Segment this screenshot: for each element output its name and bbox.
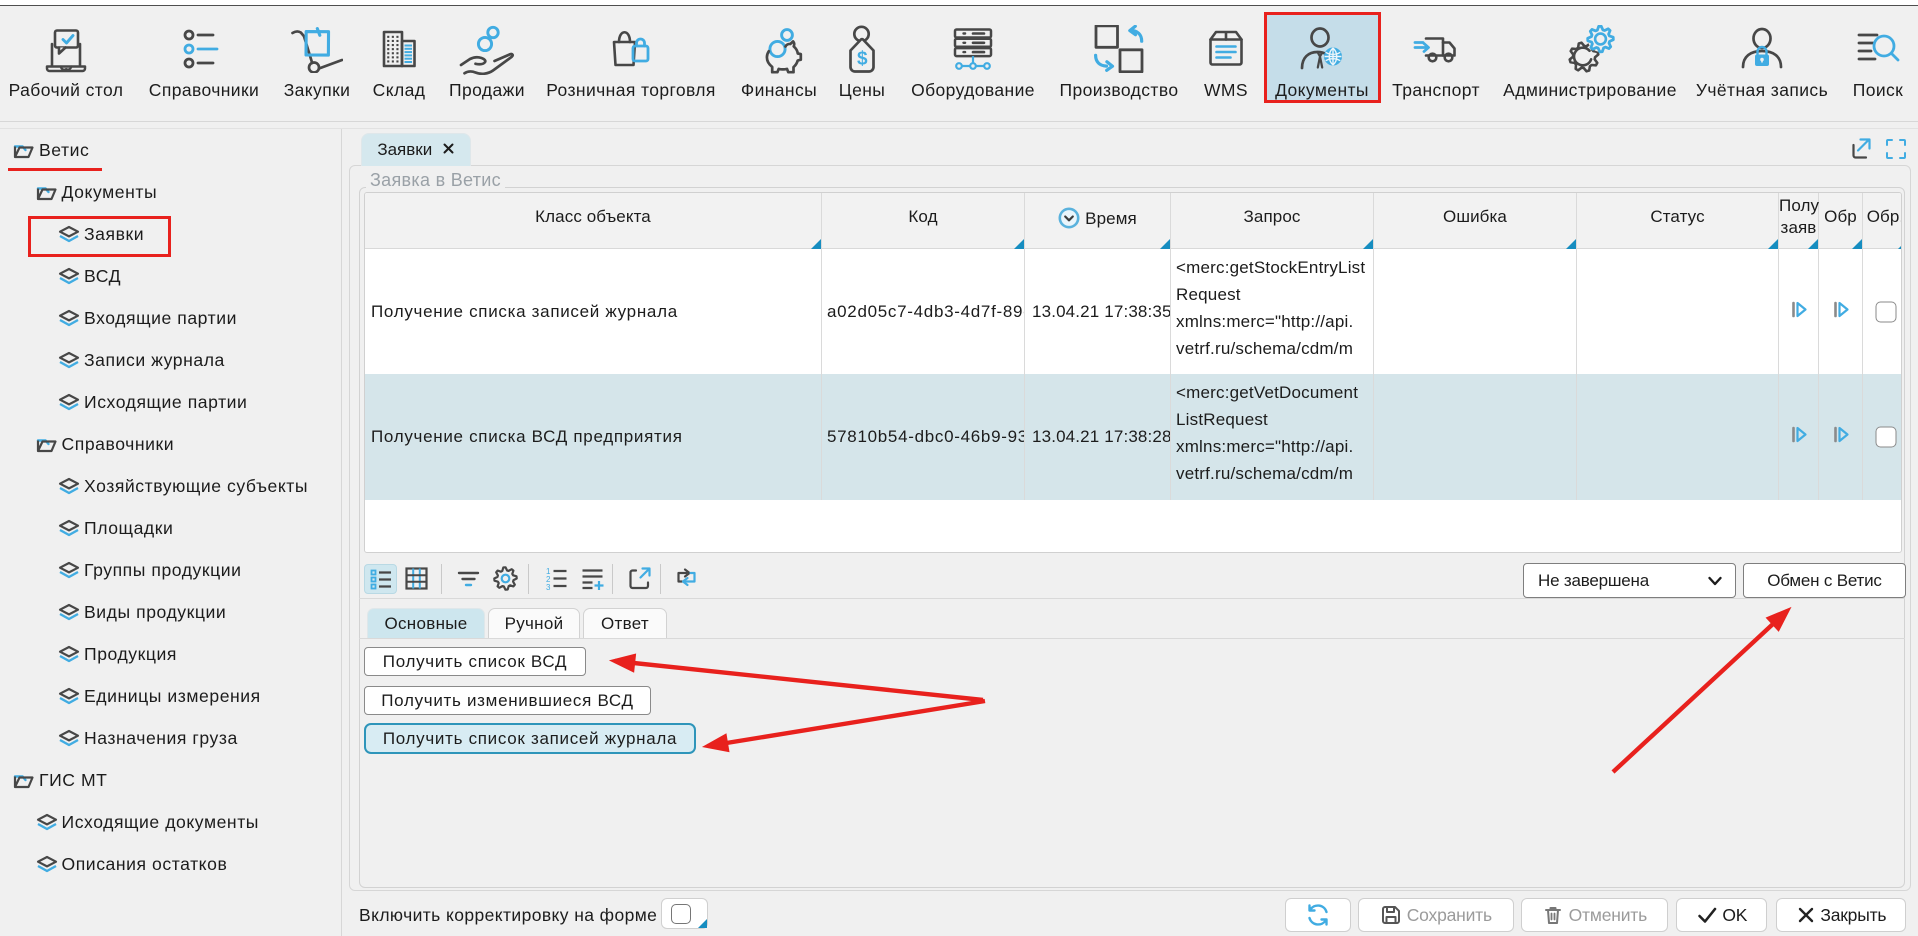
svg-text:3: 3	[546, 583, 551, 592]
svg-text:$: $	[857, 49, 868, 70]
